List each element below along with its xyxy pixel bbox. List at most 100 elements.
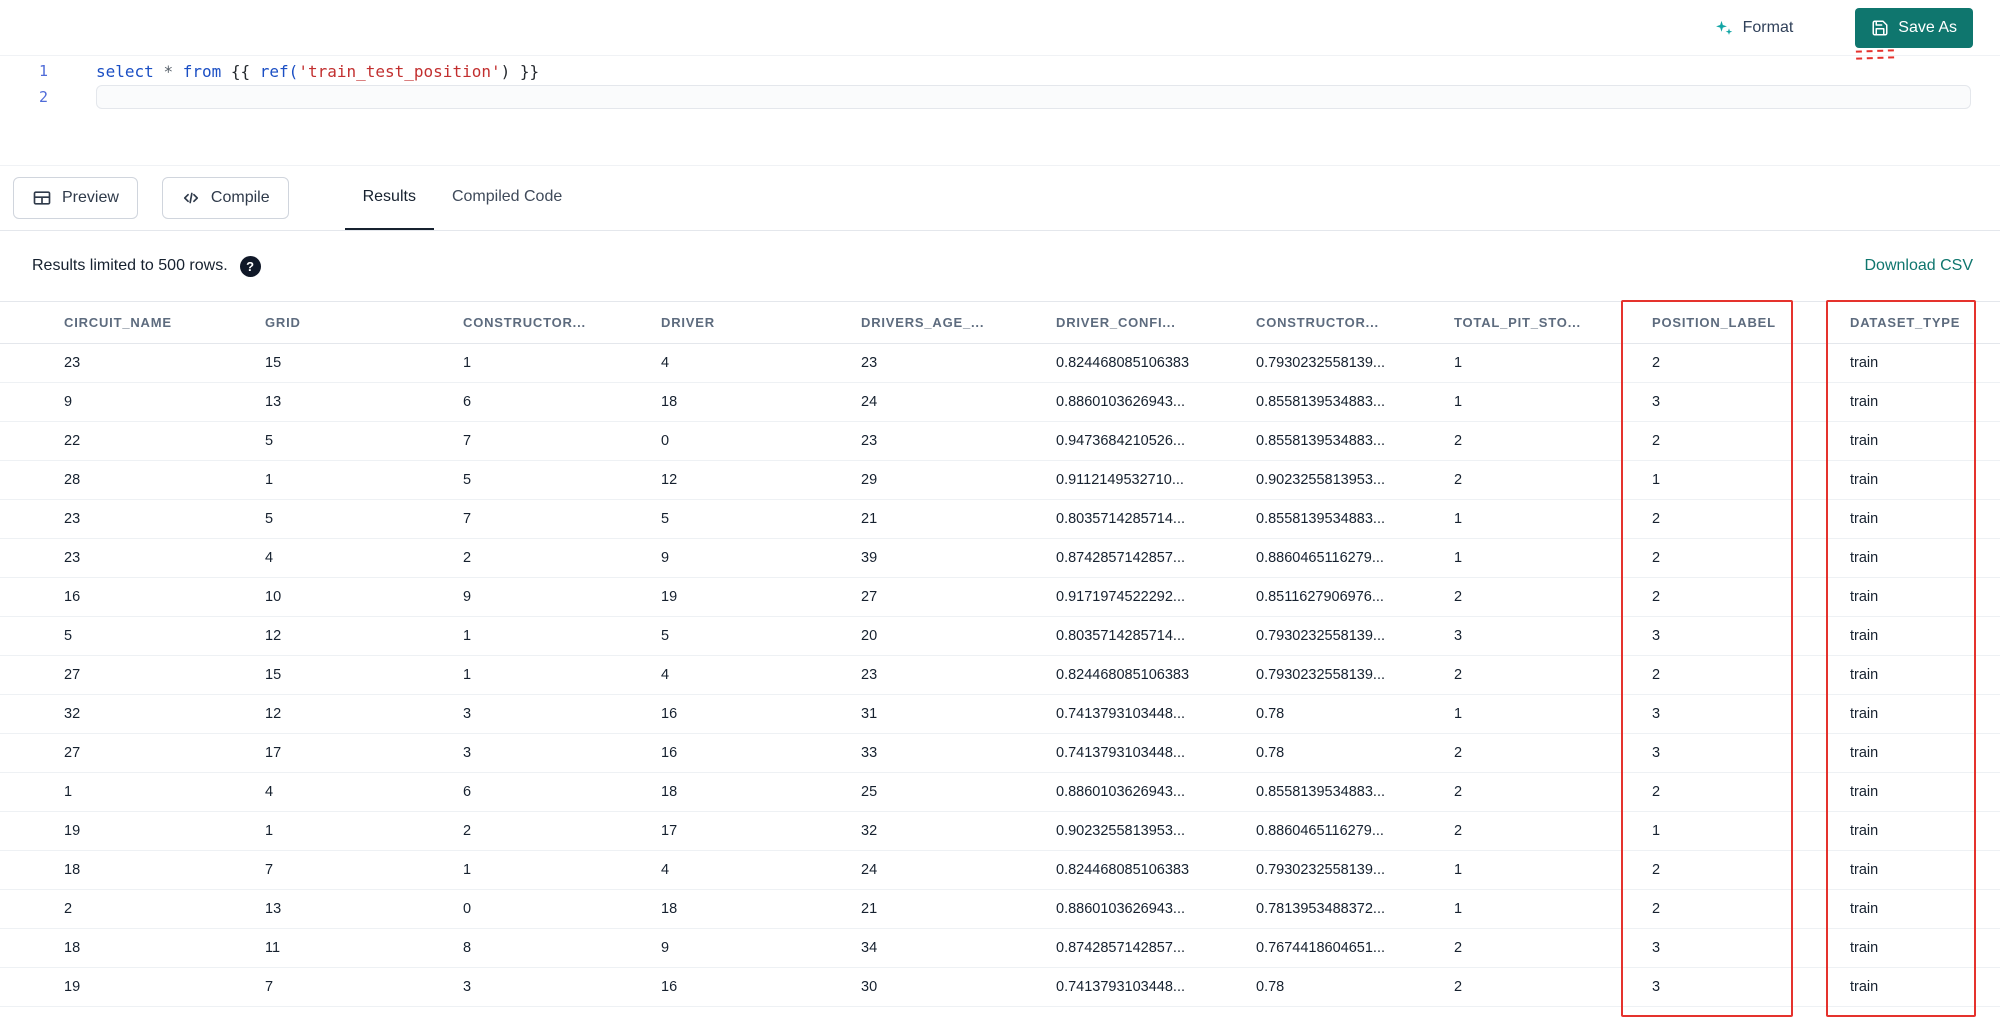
sql-editor[interactable]: 1 select * from {{ ref('train_test_posit…	[0, 56, 2000, 166]
table-header-row: CIRCUIT_NAME GRID CONSTRUCTOR... DRIVER DRIV…	[0, 301, 2000, 344]
table-cell: 12	[255, 616, 453, 656]
table-cell: 1	[255, 460, 453, 500]
line-number-2: 2	[38, 88, 48, 106]
sparkles-icon	[1715, 20, 1732, 35]
table-cell: 2	[0, 889, 255, 929]
help-icon[interactable]: ?	[239, 255, 261, 277]
table-cell: 0.8558139534883...	[1246, 382, 1444, 422]
table-cell: 0.7930232558139...	[1246, 850, 1444, 890]
preview-button[interactable]: Preview	[13, 177, 138, 219]
table-cell: 2	[1444, 421, 1642, 461]
save-icon	[1872, 20, 1888, 35]
table-icon	[33, 191, 51, 205]
tab-compiled-code[interactable]: Compiled Code	[434, 166, 580, 230]
column-header: DRIVER_CONFI...	[1046, 301, 1246, 344]
table-cell: 2	[1444, 967, 1642, 1007]
table-cell: 19	[0, 811, 255, 851]
table-cell: 16	[651, 694, 851, 734]
table-cell: 23	[851, 655, 1046, 695]
table-cell: 1	[1444, 694, 1642, 734]
table-cell: 3	[1444, 616, 1642, 656]
table-cell: 1	[453, 616, 651, 656]
results-table-body: 23 15 1 4 23 0.824468085106383 0.7930232558139…	[0, 343, 2000, 1007]
table-cell: 5	[453, 460, 651, 500]
save-as-button[interactable]: Save As	[1855, 7, 1973, 48]
table-cell: 9	[453, 577, 651, 617]
table-cell: 2	[1444, 733, 1642, 773]
table-row: 1 4 6 18 25 0.8860103626943... 0.8558139534883…	[0, 772, 2000, 812]
line-number-1: 1	[38, 62, 48, 80]
code-icon	[183, 192, 198, 204]
code-content-1: select * from {{ ref('train_test_positio…	[96, 62, 539, 81]
column-header: CONSTRUCTOR...	[1246, 301, 1444, 344]
code-line-1: 1 select * from {{ ref('train_test_posit…	[0, 58, 2000, 84]
download-csv-link[interactable]: Download CSV	[1865, 257, 1974, 275]
table-cell: 32	[0, 694, 255, 734]
compile-button[interactable]: Compile	[161, 177, 289, 219]
table-cell: 3	[1642, 382, 1840, 422]
table-row: 2 13 0 18 21 0.8860103626943... 0.781395348837…	[0, 889, 2000, 929]
table-cell: 1	[1444, 850, 1642, 890]
table-cell: 0.8742857142857...	[1046, 538, 1246, 578]
table-cell: 5	[255, 421, 453, 461]
table-cell: 18	[651, 889, 851, 929]
table-cell: 1	[1444, 889, 1642, 929]
table-cell: 23	[851, 343, 1046, 383]
table-row: 16 10 9 19 27 0.9171974522292... 0.85116279069…	[0, 577, 2000, 617]
action-bar: Preview Compile Results Compiled Code	[0, 166, 2000, 231]
table-cell: 2	[1444, 772, 1642, 812]
table-cell: 7	[453, 421, 651, 461]
table-cell: 0.824468085106383	[1046, 850, 1246, 890]
table-cell: 0.7413793103448...	[1046, 733, 1246, 773]
save-as-label: Save As	[1898, 18, 1957, 36]
table-cell: 1	[1444, 382, 1642, 422]
table-cell: 0.9112149532710...	[1046, 460, 1246, 500]
tabs: Results Compiled Code	[344, 166, 581, 230]
tab-results[interactable]: Results	[344, 166, 434, 230]
table-cell: 5	[255, 499, 453, 539]
table-cell: 0.8860103626943...	[1046, 772, 1246, 812]
table-cell: 16	[0, 577, 255, 617]
table-cell: 2	[1642, 772, 1840, 812]
table-cell: 5	[0, 616, 255, 656]
table-cell: 2	[1642, 889, 1840, 929]
table-cell: 5	[651, 616, 851, 656]
table-cell: 32	[851, 811, 1046, 851]
table-cell: train	[1840, 655, 2000, 695]
table-cell: 19	[0, 967, 255, 1007]
table-cell: 1	[453, 850, 651, 890]
table-cell: 0.9171974522292...	[1046, 577, 1246, 617]
table-cell: 2	[1444, 928, 1642, 968]
code-token: 'train_test_position'	[298, 61, 501, 81]
table-cell: 39	[851, 538, 1046, 578]
table-cell: 0	[651, 421, 851, 461]
table-cell: 3	[1642, 694, 1840, 734]
table-cell: 0.8558139534883...	[1246, 421, 1444, 461]
table-cell: 2	[1444, 811, 1642, 851]
table-cell: 31	[851, 694, 1046, 734]
table-cell: 33	[851, 733, 1046, 773]
table-cell: 3	[453, 967, 651, 1007]
table-cell: 0.7930232558139...	[1246, 616, 1444, 656]
code-token: ref(	[259, 61, 299, 81]
table-cell: 16	[651, 733, 851, 773]
table-cell: 18	[0, 850, 255, 890]
results-table: CIRCUIT_NAME GRID CONSTRUCTOR... DRIVER DRIV…	[0, 301, 2000, 1007]
table-cell: 0.8742857142857...	[1046, 928, 1246, 968]
table-cell: train	[1840, 460, 2000, 500]
table-cell: 18	[651, 772, 851, 812]
table-cell: 23	[0, 538, 255, 578]
format-label: Format	[1742, 18, 1794, 36]
format-button[interactable]: Format	[1708, 17, 1800, 39]
table-cell: 2	[1444, 460, 1642, 500]
table-cell: 19	[651, 577, 851, 617]
table-cell: 20	[851, 616, 1046, 656]
table-cell: 3	[1642, 928, 1840, 968]
editor-empty-line-field[interactable]	[96, 85, 1971, 109]
results-limit-text: Results limited to 500 rows.	[32, 257, 228, 274]
table-cell: 1	[1642, 811, 1840, 851]
table-cell: 2	[1642, 850, 1840, 890]
table-cell: 1	[0, 772, 255, 812]
table-cell: 0.8558139534883...	[1246, 772, 1444, 812]
